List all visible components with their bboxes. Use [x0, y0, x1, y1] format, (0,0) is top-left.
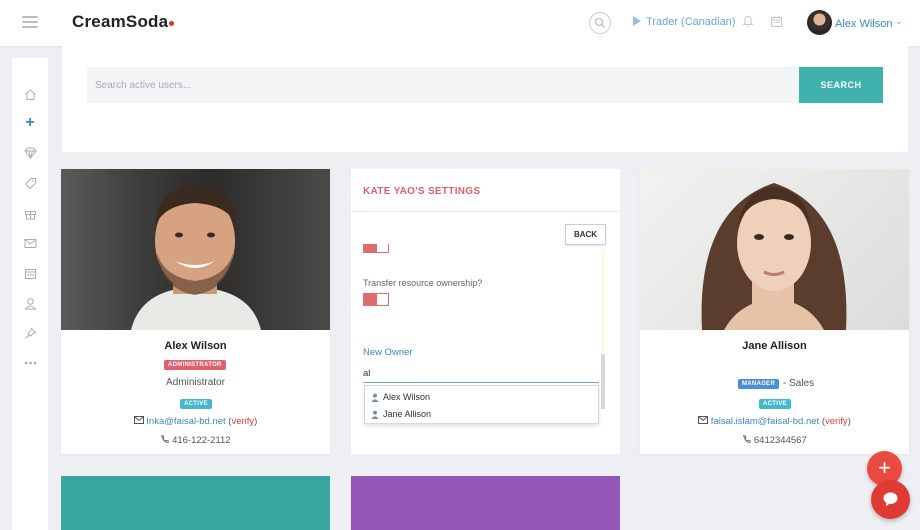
gift-icon: [24, 210, 36, 219]
sidebar-item-mail[interactable]: [12, 232, 48, 254]
pin-icon: [24, 327, 36, 339]
settings-title: KATE YAO'S SETTINGS: [363, 186, 481, 197]
role-text: - Sales: [783, 378, 815, 389]
search-input[interactable]: [87, 67, 799, 103]
role-text: Administrator: [166, 377, 225, 388]
suggestion-label: Alex Wilson: [383, 392, 431, 402]
user-card-teal: [61, 476, 330, 530]
toggle-fill: [364, 294, 376, 305]
chevron-down-icon: ⌄: [895, 16, 903, 26]
bell-icon[interactable]: [742, 15, 754, 33]
user-name: Jane Allison: [742, 340, 807, 352]
user-icon: [371, 393, 379, 402]
plus-icon: +: [878, 455, 891, 480]
user-name: Alex Wilson: [164, 340, 227, 352]
sidebar-item-diamond[interactable]: [12, 142, 48, 164]
diamond-icon: [23, 147, 37, 159]
toggle-knob: [376, 294, 388, 305]
user-name: Alex Wilson: [835, 18, 893, 30]
plus-icon: +: [25, 114, 35, 131]
owner-suggestions: Alex Wilson Jane Allison: [364, 385, 599, 424]
more-icon: [24, 361, 36, 365]
app-logo-text: CreamSoda: [72, 12, 169, 31]
email-link[interactable]: faisal.islam@faisal-bd.net: [711, 416, 819, 427]
phone-number: 416-122-2112: [172, 435, 231, 446]
user-photo: [640, 169, 909, 330]
sidebar-item-add[interactable]: +: [12, 112, 48, 134]
sidebar-item-calendar[interactable]: [12, 262, 48, 284]
status-badge: ACTIVE: [180, 399, 212, 409]
role-badge: MANAGER: [738, 379, 780, 389]
phone-number: 6412344567: [753, 435, 807, 446]
search-panel: SEARCH: [62, 44, 908, 152]
new-owner-input[interactable]: [363, 365, 599, 383]
settings-panel: KATE YAO'S SETTINGS BACK Transfer resour…: [351, 169, 620, 454]
transfer-toggle[interactable]: [363, 293, 389, 306]
divider: [351, 211, 620, 212]
email-link[interactable]: Inka@faisal-bd.net: [146, 416, 225, 427]
sidebar-item-pins[interactable]: [12, 322, 48, 344]
user-photo: [61, 169, 330, 330]
chat-icon: [883, 492, 898, 507]
chat-fab-button[interactable]: [871, 480, 910, 519]
mail-icon: [133, 416, 144, 424]
top-bar: CreamSoda Trader (Canadian) Alex Wilson …: [0, 0, 920, 46]
sidebar-item-more[interactable]: [12, 352, 48, 374]
sidebar-item-home[interactable]: [12, 83, 48, 105]
role-badge: ADMINISTRATOR: [164, 360, 226, 370]
tag-icon: [24, 177, 36, 189]
phone-line: 416-122-2112: [61, 435, 330, 446]
phone-line: 6412344567: [640, 435, 909, 446]
sidebar-item-gifts[interactable]: [12, 202, 48, 224]
scrollbar-thumb[interactable]: [601, 354, 605, 409]
mail-icon: [24, 238, 36, 248]
sidebar: +: [12, 58, 48, 530]
user-card-alex: Alex Wilson ADMINISTRATOR Administrator …: [61, 169, 330, 454]
phone-icon: [743, 435, 751, 443]
transfer-label: Transfer resource ownership?: [363, 278, 483, 288]
sidebar-item-tags[interactable]: [12, 172, 48, 194]
user-icon: [23, 297, 37, 309]
logo-dot: [169, 21, 175, 26]
verify-link[interactable]: verify: [825, 416, 848, 427]
suggestion-label: Jane Allison: [383, 409, 432, 419]
search-button[interactable]: SEARCH: [799, 67, 883, 103]
suggestion-item[interactable]: Jane Allison: [371, 406, 431, 422]
user-card-purple: [351, 476, 620, 530]
trader-context-link[interactable]: Trader (Canadian): [633, 16, 735, 28]
calendar-icon: [24, 268, 36, 279]
email-line: faisal.islam@faisal-bd.net (verify): [640, 416, 909, 427]
menu-icon[interactable]: [22, 16, 38, 28]
trader-context-label: Trader (Canadian): [646, 16, 736, 28]
home-icon: [24, 88, 36, 100]
status-badge: ACTIVE: [759, 399, 791, 409]
calendar-icon[interactable]: [770, 15, 783, 33]
verify-link[interactable]: verify: [231, 416, 254, 427]
new-owner-label: New Owner: [363, 347, 413, 358]
mail-icon: [698, 416, 709, 424]
user-icon: [371, 410, 379, 419]
play-icon: [633, 16, 641, 26]
back-button[interactable]: BACK: [565, 224, 606, 245]
sidebar-item-users[interactable]: [12, 292, 48, 314]
avatar: [807, 10, 832, 35]
app-logo[interactable]: CreamSoda: [72, 12, 175, 32]
suggestion-item[interactable]: Alex Wilson: [371, 389, 430, 405]
toggle-partial[interactable]: [363, 244, 389, 253]
user-card-jane: Jane Allison MANAGER - Sales ACTIVE fais…: [640, 169, 909, 454]
search-icon[interactable]: [589, 12, 611, 34]
phone-icon: [161, 435, 170, 443]
email-line: Inka@faisal-bd.net (verify): [61, 416, 330, 427]
